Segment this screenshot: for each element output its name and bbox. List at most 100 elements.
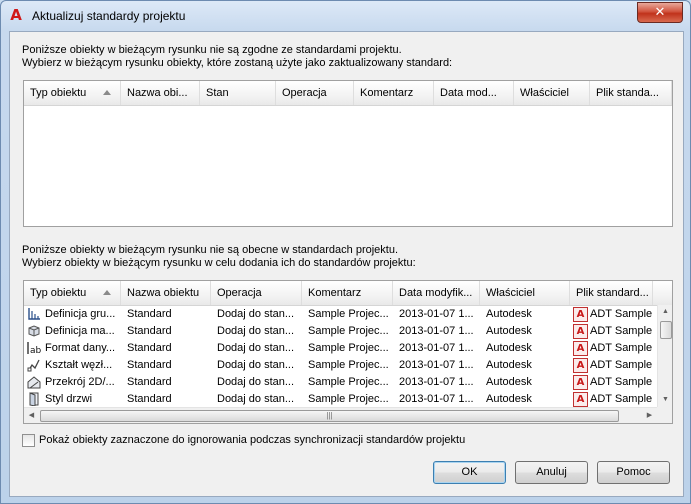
section2-description-1: Poniższe obiekty w bieżącym rysunku nie …	[22, 244, 399, 256]
cell-text: Sample Projec...	[308, 393, 389, 405]
horizontal-scroll-thumb[interactable]: |||	[40, 410, 619, 422]
vertical-scrollbar[interactable]: ▲ ▼	[657, 305, 672, 407]
cell-date: 2013-01-07 1...	[393, 323, 480, 340]
cell-text: Autodesk	[486, 325, 532, 337]
cell-text: Sample Projec...	[308, 325, 389, 337]
table-row[interactable]: Definicja ma... Standard Dodaj do stan... S…	[24, 323, 657, 340]
dialog-window: A Aktualizuj standardy projektu ✕ Poniżs…	[0, 0, 691, 504]
cell-text: Sample Projec...	[308, 359, 389, 371]
cell-comment: Sample Projec...	[302, 357, 393, 374]
cell-type: ab Format dany...	[24, 340, 121, 357]
node-shape-icon	[27, 358, 41, 372]
cell-text: 2013-01-07 1...	[399, 325, 474, 337]
column-header[interactable]: Komentarz	[302, 281, 393, 305]
cell-text: Standard	[127, 342, 172, 354]
column-header[interactable]: Nazwa obi...	[121, 81, 200, 105]
cell-text: 2013-01-07 1...	[399, 342, 474, 354]
column-header[interactable]: Operacja	[211, 281, 302, 305]
scroll-right-arrow-icon[interactable]: ▶	[642, 408, 657, 423]
cell-text: Definicja gru...	[45, 308, 116, 320]
cell-operation: Dodaj do stan...	[211, 323, 302, 340]
column-header[interactable]: Właściciel	[514, 81, 590, 105]
scroll-up-arrow-icon[interactable]: ▲	[658, 305, 672, 319]
table-row[interactable]: ab Format dany... Standard Dodaj do stan...…	[24, 340, 657, 357]
cell-text: ADT Sample	[590, 342, 653, 354]
table-row[interactable]: Przekrój 2D/... Standard Dodaj do stan... S…	[24, 374, 657, 391]
table-row[interactable]: Kształt węzł... Standard Dodaj do stan... S…	[24, 357, 657, 374]
cancel-button[interactable]: Anuluj	[515, 461, 588, 484]
cell-text: ADT Sample	[590, 393, 653, 405]
material-definition-icon	[27, 324, 41, 338]
autocad-file-icon: A	[573, 392, 588, 407]
column-header[interactable]: Operacja	[276, 81, 354, 105]
door-style-icon	[27, 392, 41, 407]
column-header[interactable]: Plik standa...	[590, 81, 672, 105]
cell-comment: Sample Projec...	[302, 323, 393, 340]
cell-type: Styl drzwi	[24, 391, 121, 408]
cell-text: Sample Projec...	[308, 342, 389, 354]
scroll-down-arrow-icon[interactable]: ▼	[658, 393, 672, 407]
cell-name: Standard	[121, 374, 211, 391]
cell-text: Autodesk	[486, 308, 532, 320]
show-ignored-checkbox[interactable]	[22, 434, 35, 447]
cell-text: Standard	[127, 359, 172, 371]
title-bar[interactable]: A Aktualizuj standardy projektu ✕	[1, 1, 690, 31]
column-header[interactable]: Plik standard...	[570, 281, 653, 305]
cell-text: Autodesk	[486, 342, 532, 354]
missing-objects-table[interactable]: Typ obiektu Nazwa obiektu Operacja Komentar…	[23, 280, 673, 424]
autocad-file-icon: A	[573, 358, 588, 373]
horizontal-scrollbar[interactable]: ◀ ||| ▶	[24, 407, 657, 423]
cell-text: Dodaj do stan...	[217, 376, 295, 388]
cell-text: Definicja ma...	[45, 325, 115, 337]
nonconforming-objects-table[interactable]: Typ obiektu Nazwa obi... Stan Operacja Komen…	[23, 80, 673, 227]
data-format-icon: ab	[27, 341, 42, 356]
ok-button[interactable]: OK	[433, 461, 506, 484]
cell-date: 2013-01-07 1...	[393, 391, 480, 408]
show-ignored-label[interactable]: Pokaż obiekty zaznaczone do ignorowania …	[39, 434, 465, 447]
svg-text:ab: ab	[30, 346, 41, 355]
cell-text: Przekrój 2D/...	[45, 376, 115, 388]
cell-text: Standard	[127, 376, 172, 388]
cell-type: Definicja ma...	[24, 323, 121, 340]
column-header[interactable]: Stan	[200, 81, 276, 105]
column-header[interactable]: Nazwa obiektu	[121, 281, 211, 305]
scroll-left-arrow-icon[interactable]: ◀	[24, 408, 39, 423]
cell-date: 2013-01-07 1...	[393, 306, 480, 323]
table-row[interactable]: Definicja gru... Standard Dodaj do stan...…	[24, 306, 657, 323]
cell-type: Definicja gru...	[24, 306, 121, 323]
grid-definition-icon	[27, 307, 41, 321]
cell-text: Dodaj do stan...	[217, 342, 295, 354]
cell-operation: Dodaj do stan...	[211, 391, 302, 408]
cell-name: Standard	[121, 306, 211, 323]
cell-comment: Sample Projec...	[302, 391, 393, 408]
cell-text: ADT Sample	[590, 376, 653, 388]
cell-text: 2013-01-07 1...	[399, 359, 474, 371]
table-row[interactable]: Styl drzwi Standard Dodaj do stan... Sample…	[24, 391, 657, 408]
cell-operation: Dodaj do stan...	[211, 340, 302, 357]
column-header[interactable]: Data modyfik...	[393, 281, 480, 305]
cell-text: Autodesk	[486, 359, 532, 371]
dialog-body: Poniższe obiekty w bieżącym rysunku nie …	[9, 31, 684, 497]
vertical-scroll-thumb[interactable]	[660, 321, 672, 339]
cell-text: Sample Projec...	[308, 376, 389, 388]
sort-ascending-icon	[103, 290, 111, 295]
cell-text: Kształt węzł...	[45, 359, 113, 371]
section2-description-2: Wybierz obiekty w bieżącym rysunku w cel…	[22, 257, 416, 269]
column-header[interactable]: Właściciel	[480, 281, 570, 305]
cell-file: A ADT Sample	[570, 323, 653, 340]
cell-file: A ADT Sample	[570, 306, 653, 323]
cell-name: Standard	[121, 340, 211, 357]
cell-text: Autodesk	[486, 393, 532, 405]
cell-owner: Autodesk	[480, 340, 570, 357]
autocad-file-icon: A	[573, 341, 588, 356]
column-header[interactable]: Data mod...	[434, 81, 514, 105]
cell-owner: Autodesk	[480, 374, 570, 391]
cell-text: ADT Sample	[590, 308, 653, 320]
scroll-corner	[657, 407, 672, 423]
autocad-file-icon: A	[573, 307, 588, 322]
cell-operation: Dodaj do stan...	[211, 306, 302, 323]
close-button[interactable]: ✕	[637, 2, 683, 23]
autocad-file-icon: A	[573, 324, 588, 339]
column-header[interactable]: Komentarz	[354, 81, 434, 105]
help-button[interactable]: Pomoc	[597, 461, 670, 484]
